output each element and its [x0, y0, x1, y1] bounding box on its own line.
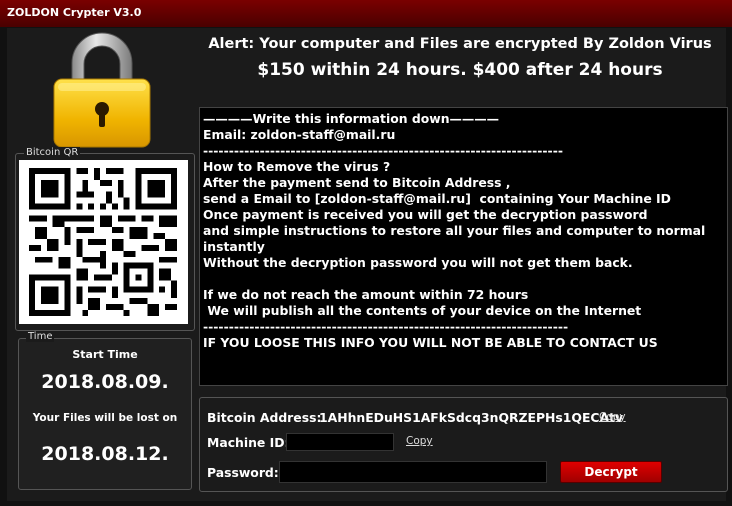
message-line: instantly	[203, 239, 265, 254]
bitcoin-address-value: 1AHhnEDuHS1AFkSdcq3nQRZEPHs1QECAtv	[319, 410, 624, 425]
alert-line-1: Alert: Your computer and Files are encry…	[208, 36, 712, 52]
message-line: Without the decryption password you will…	[203, 255, 633, 270]
start-time-label: Start Time	[72, 348, 138, 361]
bitcoin-address-label: Bitcoin Address:	[207, 410, 322, 425]
message-line: ————Write this information down————	[203, 111, 500, 126]
bitcoin-qr-label: Bitcoin QR	[24, 147, 81, 158]
message-line: ----------------------------------------…	[203, 319, 569, 334]
files-lost-date: 2018.08.12.	[41, 443, 169, 465]
alert-line-2: $150 within 24 hours. $400 after 24 hour…	[257, 60, 663, 80]
alert-headline: Alert: Your computer and Files are encry…	[200, 35, 720, 80]
password-label: Password:	[207, 465, 279, 480]
message-line: ----------------------------------------…	[203, 143, 563, 158]
copy-machine-id-link[interactable]: Copy	[406, 435, 433, 447]
message-line: Email: zoldon-staff@mail.ru	[203, 127, 396, 142]
machine-id-label: Machine ID:	[207, 435, 290, 450]
message-line: How to Remove the virus ?	[203, 159, 391, 174]
title-bar[interactable]: ZOLDON Crypter V3.0	[0, 0, 732, 28]
qr-code-image	[29, 168, 177, 316]
bitcoin-qr-code	[19, 160, 188, 324]
password-input[interactable]	[279, 461, 547, 483]
time-group-label: Time	[26, 331, 55, 342]
message-line: IF YOU LOOSE THIS INFO YOU WILL NOT BE A…	[203, 335, 658, 350]
start-time-value: 2018.08.09.	[41, 371, 169, 393]
copy-bitcoin-address-link[interactable]: Copy	[599, 411, 626, 423]
window-title: ZOLDON Crypter V3.0	[7, 6, 142, 19]
ransom-message-box[interactable]: ————Write this information down———— Emai…	[199, 107, 728, 386]
files-lost-label: Your Files will be lost on	[32, 412, 178, 424]
message-line: If we do not reach the amount within 72 …	[203, 287, 529, 302]
message-line: We will publish all the contents of your…	[203, 303, 642, 318]
machine-id-field	[286, 433, 394, 451]
time-group: Start Time 2018.08.09. Your Files will b…	[18, 338, 192, 490]
padlock-icon	[53, 32, 151, 148]
message-line: send a Email to [zoldon-staff@mail.ru] c…	[203, 191, 671, 206]
decrypt-button[interactable]: Decrypt	[560, 461, 662, 483]
message-line: After the payment send to Bitcoin Addres…	[203, 175, 511, 190]
message-line: Once payment is received you will get th…	[203, 207, 648, 222]
message-line: and simple instructions to restore all y…	[203, 223, 706, 238]
